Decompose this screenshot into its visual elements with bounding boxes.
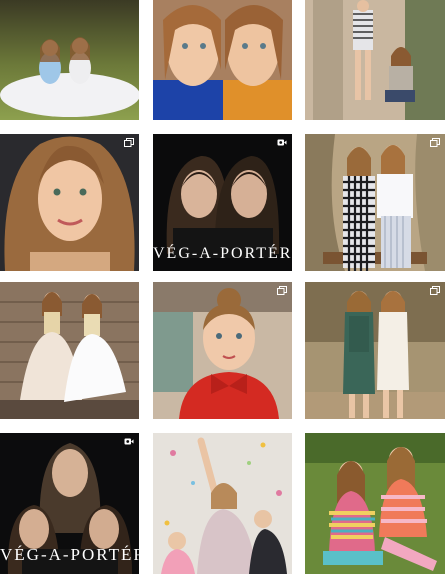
watermark-text: VÉG-A-PORTÉR: [153, 245, 292, 262]
carousel-icon: [430, 286, 440, 295]
post-tile-1[interactable]: [0, 0, 139, 120]
video-camera-icon: [277, 138, 287, 147]
carousel-icon: [277, 286, 287, 295]
post-tile-5[interactable]: VÉG-A-PORTÉR: [153, 134, 292, 271]
post-tile-3[interactable]: [305, 0, 445, 120]
post-thumbnail: [153, 0, 292, 120]
post-thumbnail: [0, 134, 139, 271]
post-thumbnail: [305, 282, 445, 419]
post-tile-8[interactable]: [153, 282, 292, 419]
post-grid: VÉG-A-PORTÉR VÉG-A-PORTÉR: [0, 0, 445, 574]
post-thumbnail: [305, 433, 445, 574]
post-thumbnail: [305, 134, 445, 271]
post-tile-10[interactable]: VÉG-A-PORTÉR: [0, 433, 139, 574]
post-thumbnail: [0, 0, 139, 120]
carousel-icon: [124, 138, 134, 147]
post-tile-12[interactable]: [305, 433, 445, 574]
post-tile-9[interactable]: [305, 282, 445, 419]
post-tile-2[interactable]: [153, 0, 292, 120]
post-thumbnail: [305, 0, 445, 120]
watermark-text: VÉG-A-PORTÉR: [0, 545, 139, 564]
post-tile-11[interactable]: [153, 433, 292, 574]
post-thumbnail: [153, 433, 292, 574]
post-thumbnail: [0, 282, 139, 419]
post-tile-7[interactable]: [0, 282, 139, 419]
post-tile-6[interactable]: [305, 134, 445, 271]
post-thumbnail: [153, 282, 292, 419]
post-tile-4[interactable]: [0, 134, 139, 271]
video-camera-icon: [124, 437, 134, 446]
carousel-icon: [430, 138, 440, 147]
